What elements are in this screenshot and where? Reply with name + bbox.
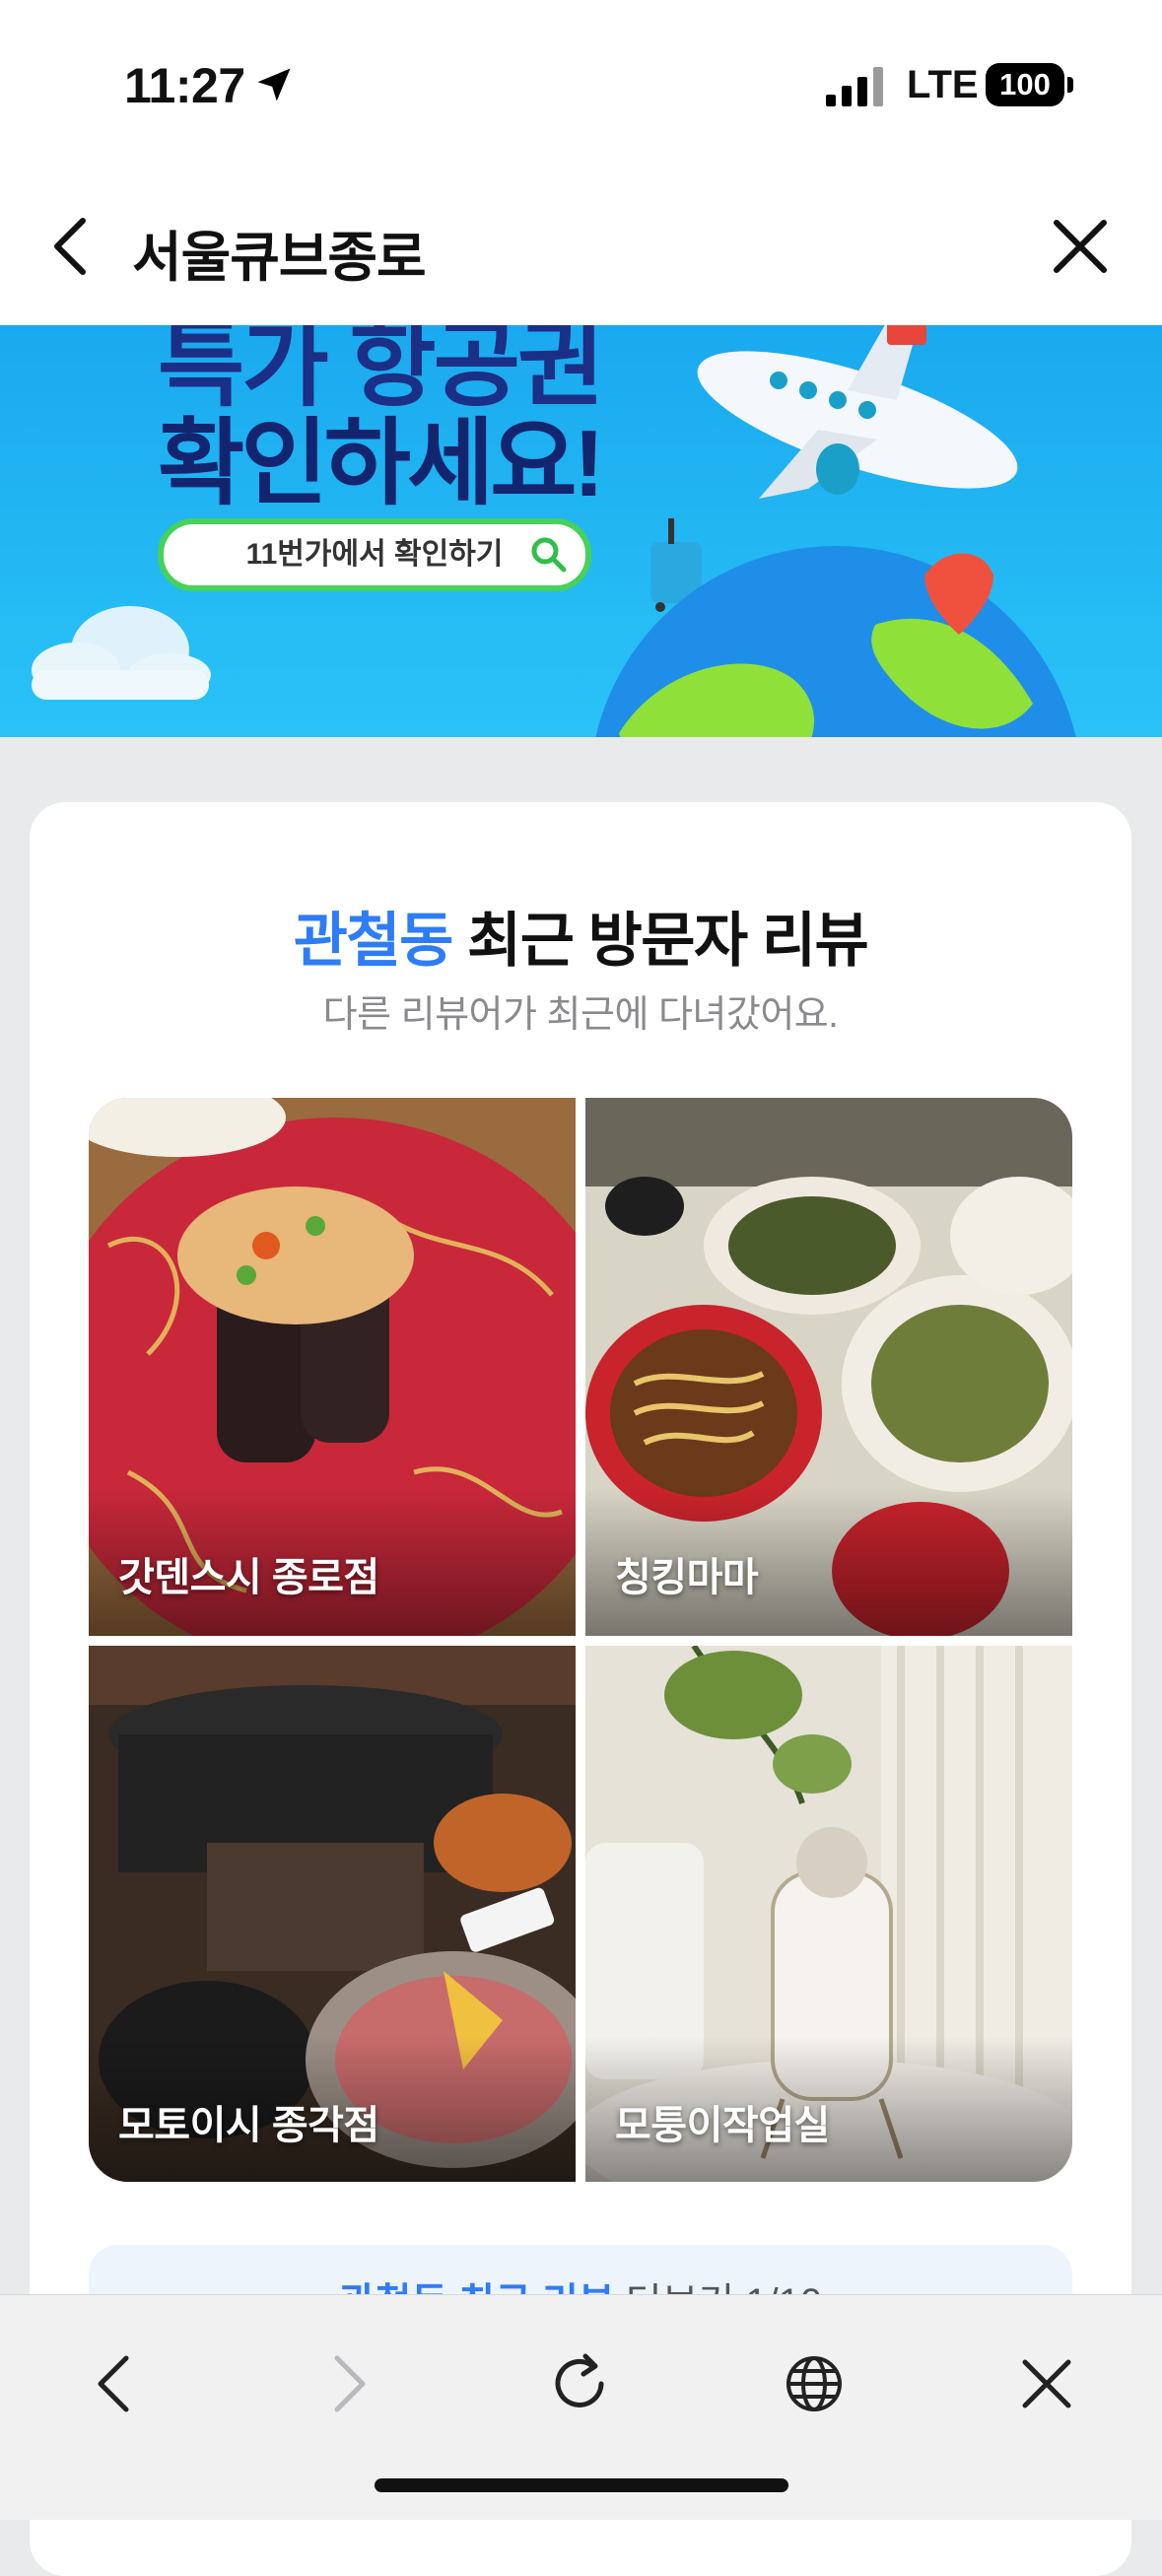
review-place-name: 모토이시 종각점 bbox=[118, 2104, 379, 2147]
page-title: 서울큐브종로 bbox=[132, 227, 427, 288]
close-icon[interactable] bbox=[1007, 2344, 1086, 2423]
search-icon bbox=[531, 537, 567, 573]
section-title: 관철동 최근 방문자 리뷰 bbox=[30, 893, 1131, 979]
signal-icon bbox=[826, 67, 883, 106]
network-label: LTE bbox=[907, 63, 979, 106]
status-bar: 11:27 LTE 100 bbox=[0, 0, 1162, 168]
back-icon[interactable] bbox=[75, 2344, 154, 2423]
banner-cta-button[interactable]: 11번가에서 확인하기 bbox=[158, 518, 591, 591]
banner-cta-label: 11번가에서 확인하기 bbox=[245, 538, 504, 571]
browser-toolbar bbox=[0, 2294, 1162, 2520]
location-arrow-icon bbox=[257, 68, 291, 102]
globe-illustration bbox=[595, 546, 1076, 737]
review-tile[interactable]: 모퉁이작업실 bbox=[585, 1646, 1072, 2182]
back-icon[interactable] bbox=[43, 215, 99, 278]
airplane-illustration bbox=[697, 325, 1018, 499]
battery-level: 100 bbox=[986, 63, 1064, 106]
app-header: 서울큐브종로 bbox=[0, 168, 1162, 325]
review-photo-grid: 갓덴스시 종로점 칭킹마마 모토이시 종각점 모퉁이작업실 bbox=[89, 1098, 1072, 2182]
banner-headline-2: 확인하세요! bbox=[158, 411, 605, 516]
close-icon[interactable] bbox=[1051, 217, 1110, 276]
globe-icon[interactable] bbox=[775, 2344, 854, 2423]
home-indicator[interactable] bbox=[375, 2478, 788, 2492]
section-title-highlight: 관철동 bbox=[293, 908, 454, 974]
forward-icon[interactable] bbox=[309, 2344, 388, 2423]
promo-banner[interactable]: 특가 항공권 확인하세요! 11번가에서 확인하기 bbox=[0, 325, 1162, 737]
review-place-name: 칭킹마마 bbox=[615, 1556, 759, 1599]
review-tile[interactable]: 칭킹마마 bbox=[585, 1098, 1072, 1636]
review-place-name: 갓덴스시 종로점 bbox=[118, 1556, 379, 1599]
battery-icon: 100 bbox=[986, 63, 1076, 108]
review-tile[interactable]: 갓덴스시 종로점 bbox=[89, 1098, 576, 1636]
review-place-name: 모퉁이작업실 bbox=[615, 2104, 830, 2147]
battery-tip bbox=[1067, 77, 1073, 93]
section-title-rest: 최근 방문자 리뷰 bbox=[451, 908, 869, 974]
section-subtitle: 다른 리뷰어가 최근에 다녀갔어요. bbox=[322, 994, 839, 1036]
cloud-icon bbox=[32, 606, 211, 700]
review-tile[interactable]: 모토이시 종각점 bbox=[89, 1646, 576, 2182]
reload-icon[interactable] bbox=[540, 2344, 619, 2423]
status-time: 11:27 bbox=[124, 58, 245, 113]
